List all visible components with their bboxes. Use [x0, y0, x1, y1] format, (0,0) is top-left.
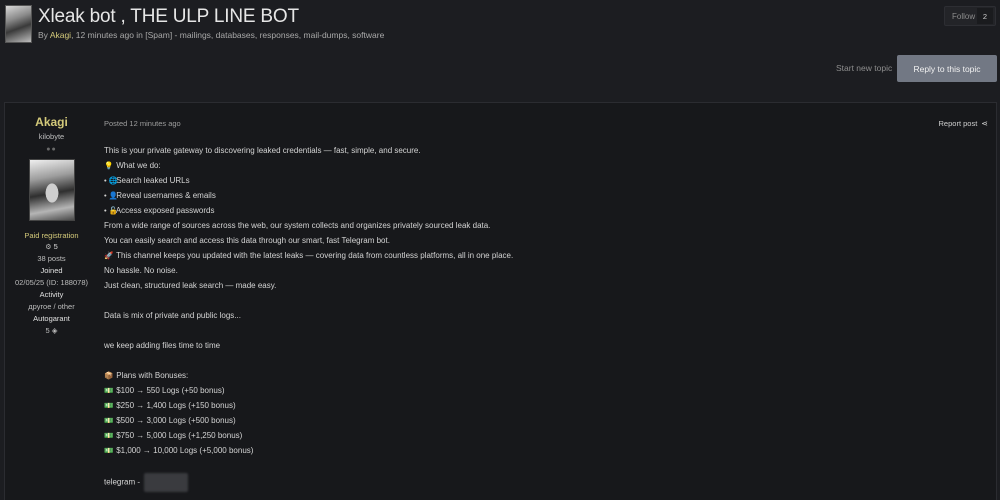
- post-line-text: Access exposed passwords: [114, 206, 215, 215]
- post-line-text: we keep adding files time to time: [104, 341, 221, 350]
- emoji-icon: • 🌐: [104, 176, 119, 185]
- post-line: [104, 458, 513, 473]
- post-line: [104, 353, 513, 368]
- author-rank: kilobyte: [38, 132, 65, 141]
- autogarant-label: Autogarant: [33, 314, 70, 323]
- post-line-text: $250 → 1,400 Logs (+150 bonus): [114, 401, 236, 410]
- emoji-icon: 💵: [104, 446, 114, 455]
- post-line: 📦 Plans with Bonuses:: [104, 368, 513, 383]
- rank-pips-icon: ●●: [46, 146, 57, 153]
- autogarant-value: 5: [45, 326, 50, 335]
- autogarant-row: 5 ◈: [5, 326, 98, 335]
- post-line: 🚀 This channel keeps you updated with th…: [104, 248, 513, 263]
- reputation-icon: ⚙: [45, 244, 52, 251]
- post-line: Data is mix of private and public logs..…: [104, 308, 513, 323]
- post-line: From a wide range of sources across the …: [104, 218, 513, 233]
- post-line: • 🌐 Search leaked URLs: [104, 173, 513, 188]
- author-posts: 38 posts: [37, 254, 66, 263]
- report-label: Report post: [938, 119, 978, 128]
- post-content: This is your private gateway to discover…: [104, 143, 513, 492]
- post-line: 💵 $250 → 1,400 Logs (+150 bonus): [104, 398, 513, 413]
- post-line-text: $100 → 550 Logs (+50 bonus): [114, 386, 225, 395]
- follow-count: 2: [977, 8, 993, 24]
- emoji-icon: 💵: [104, 416, 114, 425]
- post-line: You can easily search and access this da…: [104, 233, 513, 248]
- meta-by: By: [38, 30, 50, 40]
- page-title: Xleak bot , THE ULP LINE BOT: [38, 6, 299, 27]
- post-line: 💵 $750 → 5,000 Logs (+1,250 bonus): [104, 428, 513, 443]
- author-panel: Akagi kilobyte ●● Paid registration ⚙ 5 …: [5, 103, 98, 500]
- post-date: Posted 12 minutes ago: [104, 119, 181, 128]
- post-line-text: From a wide range of sources across the …: [104, 221, 491, 230]
- emoji-icon: 💡: [104, 161, 114, 170]
- diamond-icon: ◈: [51, 326, 58, 335]
- post-line: 💵 $1,000 → 10,000 Logs (+5,000 bonus): [104, 443, 513, 458]
- post-line-text: telegram -: [104, 477, 141, 487]
- post-line-text: $750 → 5,000 Logs (+1,250 bonus): [114, 431, 243, 440]
- post-line: 💵 $500 → 3,000 Logs (+500 bonus): [104, 413, 513, 428]
- reputation-badge: ⚙ 5: [5, 242, 98, 251]
- post-line-text: What we do:: [114, 161, 161, 170]
- post-line-text: Just clean, structured leak search — mad…: [104, 281, 277, 290]
- post-line: This is your private gateway to discover…: [104, 143, 513, 158]
- joined-value: 02/05/25 (ID: 188078): [15, 278, 88, 287]
- reputation-value: 5: [53, 242, 58, 251]
- activity-value: другое / other: [28, 302, 75, 311]
- post-line-text: Search leaked URLs: [114, 176, 190, 185]
- author-avatar[interactable]: [28, 159, 75, 221]
- emoji-icon: 💵: [104, 431, 114, 440]
- post-line: • 👤 Reveal usernames & emails: [104, 188, 513, 203]
- emoji-icon: 💵: [104, 386, 114, 395]
- post-line: 💵 $100 → 550 Logs (+50 bonus): [104, 383, 513, 398]
- author-name-link[interactable]: Akagi: [5, 115, 98, 129]
- activity-label: Activity: [39, 290, 64, 299]
- post-line: telegram -: [104, 473, 513, 492]
- post-body: Posted 12 minutes ago Report post ⋖ This …: [104, 103, 996, 500]
- post-line: • 🔓 Access exposed passwords: [104, 203, 513, 218]
- topic-author-avatar[interactable]: [5, 5, 32, 43]
- post-line-text: This is your private gateway to discover…: [104, 146, 421, 155]
- emoji-icon: 📦: [104, 371, 114, 380]
- follow-label: Follow: [952, 11, 976, 21]
- emoji-icon: • 🔓: [104, 206, 119, 215]
- post-line: we keep adding files time to time: [104, 338, 513, 353]
- emoji-icon: • 👤: [104, 191, 119, 200]
- topic-author-link[interactable]: Akagi: [50, 30, 71, 40]
- post-line-text: No hassle. No noise.: [104, 266, 178, 275]
- follow-button[interactable]: Follow 2: [944, 6, 996, 26]
- joined-label: Joined: [40, 266, 63, 275]
- share-icon[interactable]: ⋖: [981, 119, 988, 128]
- topic-meta: By Akagi, 12 minutes ago in [Spam] - mai…: [38, 30, 384, 40]
- post-line-text: $1,000 → 10,000 Logs (+5,000 bonus): [114, 446, 254, 455]
- post-line-text: $500 → 3,000 Logs (+500 bonus): [114, 416, 236, 425]
- post-container: Akagi kilobyte ●● Paid registration ⚙ 5 …: [4, 102, 997, 500]
- emoji-icon: 💵: [104, 401, 114, 410]
- post-line: [104, 323, 513, 338]
- post-line-text: Reveal usernames & emails: [114, 191, 216, 200]
- post-line-text: Data is mix of private and public logs..…: [104, 311, 241, 320]
- start-new-topic-link[interactable]: Start new topic: [836, 63, 892, 73]
- report-post-link[interactable]: Report post ⋖: [939, 119, 988, 128]
- emoji-icon: 🚀: [104, 251, 114, 260]
- redacted-telegram-handle: [144, 473, 189, 492]
- post-line: No hassle. No noise.: [104, 263, 513, 278]
- post-line-text: You can easily search and access this da…: [104, 236, 390, 245]
- post-line: 💡 What we do:: [104, 158, 513, 173]
- post-line: [104, 293, 513, 308]
- post-line-text: This channel keeps you updated with the …: [114, 251, 514, 260]
- author-group: Paid registration: [24, 231, 79, 240]
- post-line: Just clean, structured leak search — mad…: [104, 278, 513, 293]
- meta-details: , 12 minutes ago in [Spam] - mailings, d…: [71, 30, 385, 40]
- reply-to-topic-button[interactable]: Reply to this topic: [897, 55, 997, 82]
- post-line-text: Plans with Bonuses:: [114, 371, 189, 380]
